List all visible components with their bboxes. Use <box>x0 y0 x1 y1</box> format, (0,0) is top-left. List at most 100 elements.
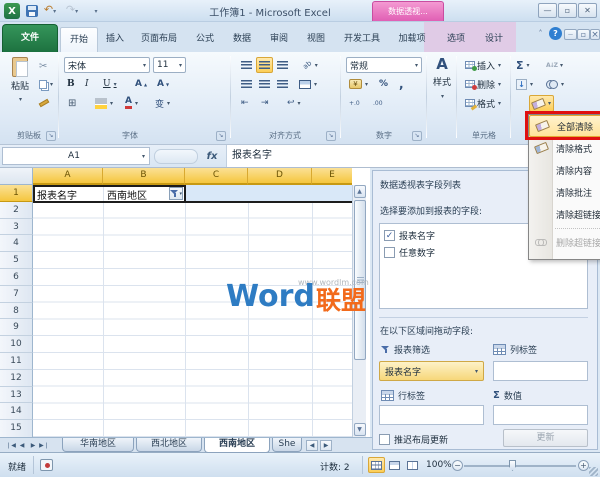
close-button[interactable]: ✕ <box>578 3 597 18</box>
row-header-4[interactable]: 4 <box>0 235 33 252</box>
accounting-format-button[interactable]: ¥ <box>346 76 371 92</box>
column-header-a[interactable]: A <box>33 168 103 185</box>
format-painter-button[interactable] <box>36 95 52 111</box>
tab-scroll-right-icon[interactable]: ▶ <box>320 440 332 451</box>
cell-b1[interactable]: 西南地区 <box>107 187 147 202</box>
tab-insert[interactable]: 插入 <box>99 27 131 52</box>
font-name-combo[interactable]: 宋体 <box>64 57 150 73</box>
comma-style-button[interactable]: , <box>396 76 407 92</box>
decrease-indent-button[interactable]: ⇤ <box>238 95 252 111</box>
borders-button[interactable] <box>64 95 79 111</box>
percent-style-button[interactable]: % <box>376 76 391 92</box>
increase-indent-button[interactable]: ⇥ <box>258 95 272 111</box>
align-center-button[interactable] <box>256 76 273 92</box>
align-left-button[interactable] <box>238 76 255 92</box>
tab-file[interactable]: 文件 <box>2 24 58 52</box>
font-size-combo[interactable]: 11 <box>153 57 186 73</box>
align-right-button[interactable] <box>274 76 291 92</box>
column-header-d[interactable]: D <box>248 168 312 185</box>
next-sheet-icon[interactable]: ▶ <box>28 440 38 451</box>
vertical-scrollbar-thumb[interactable] <box>354 200 366 360</box>
checkbox-unchecked-icon[interactable] <box>384 247 395 258</box>
sort-filter-button[interactable] <box>543 57 566 73</box>
wrap-text-button[interactable]: ↩ <box>284 95 304 111</box>
help-icon[interactable] <box>549 27 562 40</box>
merge-center-button[interactable] <box>296 76 320 92</box>
macro-record-icon[interactable] <box>40 459 53 471</box>
defer-layout-update[interactable]: 推迟布局更新 <box>379 431 448 447</box>
menu-item-clear-contents[interactable]: 清除内容 <box>529 159 600 181</box>
row-header-11[interactable]: 11 <box>0 353 33 370</box>
bottom-align-button[interactable] <box>274 57 291 73</box>
page-layout-view-button[interactable] <box>386 457 403 473</box>
autosum-button[interactable]: Σ <box>513 57 533 73</box>
values-dropzone[interactable] <box>493 405 588 425</box>
font-dialog-launcher-icon[interactable] <box>216 131 226 141</box>
row-header-7[interactable]: 7 <box>0 286 33 303</box>
workbook-close-button[interactable] <box>590 29 600 40</box>
tab-formulas[interactable]: 公式 <box>187 27 223 52</box>
collapse-ribbon-icon[interactable] <box>534 27 547 40</box>
menu-item-clear-comments[interactable]: 清除批注 <box>529 181 600 203</box>
menu-item-clear-hyperlinks[interactable]: 清除超链接 <box>529 203 600 225</box>
cut-button[interactable]: ✂ <box>36 58 50 74</box>
undo-icon[interactable]: ↶ <box>42 4 58 18</box>
increase-decimal-icon[interactable] <box>346 95 363 111</box>
zoom-slider-thumb[interactable] <box>509 460 516 471</box>
row-header-10[interactable]: 10 <box>0 336 33 353</box>
row-header-8[interactable]: 8 <box>0 303 33 320</box>
decrease-decimal-icon[interactable] <box>370 95 386 111</box>
alignment-dialog-launcher-icon[interactable] <box>326 131 336 141</box>
page-break-view-button[interactable] <box>404 457 421 473</box>
zoom-in-icon[interactable]: + <box>578 460 589 471</box>
last-sheet-icon[interactable]: ▶❘ <box>39 440 49 451</box>
checkbox-unchecked-icon[interactable] <box>379 434 390 445</box>
column-header-c[interactable]: C <box>185 168 248 185</box>
tab-view[interactable]: 视图 <box>298 27 334 52</box>
tab-add-ins[interactable]: 加载项 <box>390 27 434 52</box>
number-dialog-launcher-icon[interactable] <box>412 131 422 141</box>
field-item-any-number[interactable]: 任意数字 <box>384 244 435 260</box>
font-color-button[interactable]: A <box>122 95 141 111</box>
copy-button[interactable] <box>36 76 56 92</box>
menu-item-clear-formats[interactable]: 清除格式 <box>529 137 600 159</box>
top-align-button[interactable] <box>238 57 255 73</box>
row-header-9[interactable]: 9 <box>0 319 33 336</box>
filter-area-field-button[interactable]: 报表名字 <box>379 361 484 381</box>
pivot-filter-button[interactable]: ▾ <box>169 187 183 200</box>
update-button[interactable]: 更新 <box>503 429 588 447</box>
redo-icon[interactable]: ↷ <box>64 4 80 18</box>
zoom-slider-track[interactable] <box>464 465 576 467</box>
minimize-button[interactable]: — <box>538 3 557 18</box>
first-sheet-icon[interactable]: ❘◀ <box>6 440 16 451</box>
insert-cells-button[interactable]: 插入 <box>462 57 504 73</box>
scroll-down-icon[interactable]: ▼ <box>354 423 366 436</box>
tab-design-contextual[interactable]: 设计 <box>476 27 512 52</box>
bold-button[interactable]: B <box>64 76 78 92</box>
cell-grid[interactable] <box>33 185 352 437</box>
tab-data[interactable]: 数据 <box>224 27 260 52</box>
fill-button[interactable] <box>513 76 536 92</box>
previous-sheet-icon[interactable]: ◀ <box>17 440 27 451</box>
paste-button[interactable]: 粘贴 <box>6 57 34 125</box>
normal-view-button[interactable] <box>368 457 385 473</box>
underline-button[interactable]: U <box>100 76 120 92</box>
delete-cells-button[interactable]: 删除 <box>462 76 504 92</box>
row-header-6[interactable]: 6 <box>0 269 33 286</box>
row-header-14[interactable]: 14 <box>0 403 33 420</box>
sheet-tab-truncated[interactable]: She <box>272 438 302 452</box>
checkbox-checked-icon[interactable] <box>384 230 395 241</box>
sheet-tab-huanan[interactable]: 华南地区 <box>62 438 134 452</box>
column-header-e[interactable]: E <box>312 168 352 185</box>
workbook-minimize-button[interactable] <box>564 29 577 40</box>
field-item-report-name[interactable]: 报表名字 <box>384 227 435 243</box>
column-header-b[interactable]: B <box>103 168 185 185</box>
format-cells-button[interactable]: 格式 <box>462 95 504 111</box>
name-box[interactable]: A1 <box>2 147 150 165</box>
tab-review[interactable]: 审阅 <box>261 27 297 52</box>
column-labels-dropzone[interactable] <box>493 361 588 381</box>
middle-align-button[interactable] <box>256 57 273 73</box>
zoom-out-icon[interactable]: − <box>452 460 463 471</box>
clipboard-dialog-launcher-icon[interactable] <box>46 131 56 141</box>
save-icon[interactable] <box>26 5 38 17</box>
